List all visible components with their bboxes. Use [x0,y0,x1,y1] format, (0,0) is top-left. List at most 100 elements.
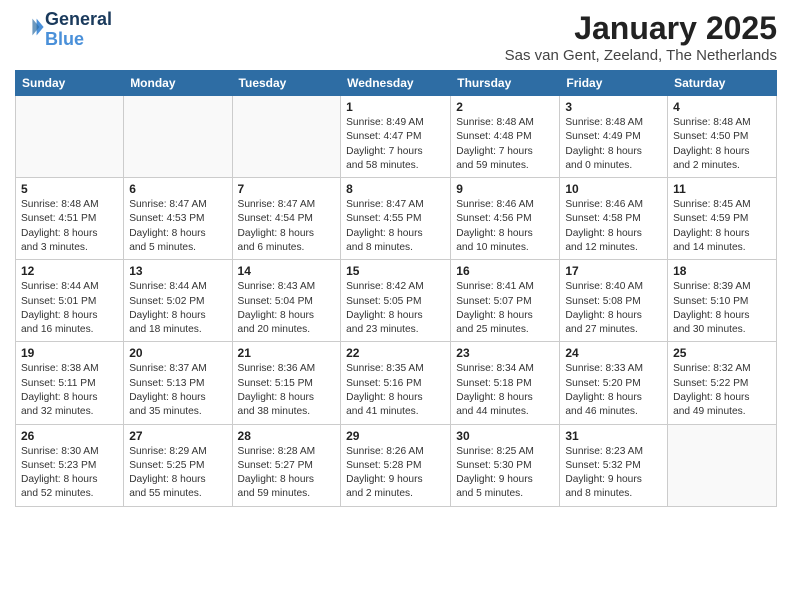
day-number: 9 [456,182,554,196]
day-number: 16 [456,264,554,278]
calendar-cell: 26 Sunrise: 8:30 AM Sunset: 5:23 PM Dayli… [16,424,124,506]
calendar-cell: 20 Sunrise: 8:37 AM Sunset: 5:13 PM Dayli… [124,342,232,424]
calendar-cell [124,96,232,178]
calendar-cell: 15 Sunrise: 8:42 AM Sunset: 5:05 PM Dayli… [341,260,451,342]
day-info: Sunrise: 8:46 AM Sunset: 4:58 PM Dayligh… [565,198,662,255]
day-number: 8 [346,182,445,196]
day-number: 29 [346,429,445,443]
title-area: January 2025 Sas van Gent, Zeeland, The … [505,10,777,64]
calendar-cell: 25 Sunrise: 8:32 AM Sunset: 5:22 PM Dayli… [668,342,777,424]
calendar-cell: 18 Sunrise: 8:39 AM Sunset: 5:10 PM Dayli… [668,260,777,342]
month-year-title: January 2025 [505,10,777,47]
day-number: 10 [565,182,662,196]
calendar-cell: 2 Sunrise: 8:48 AM Sunset: 4:48 PM Daylig… [451,96,560,178]
calendar-cell: 13 Sunrise: 8:44 AM Sunset: 5:02 PM Dayli… [124,260,232,342]
calendar-cell [16,96,124,178]
calendar-cell: 27 Sunrise: 8:29 AM Sunset: 5:25 PM Dayli… [124,424,232,506]
calendar-week-row: 26 Sunrise: 8:30 AM Sunset: 5:23 PM Dayli… [16,424,777,506]
day-info: Sunrise: 8:38 AM Sunset: 5:11 PM Dayligh… [21,362,118,419]
weekday-header-saturday: Saturday [668,71,777,96]
calendar-header-row: SundayMondayTuesdayWednesdayThursdayFrid… [16,71,777,96]
calendar-cell: 8 Sunrise: 8:47 AM Sunset: 4:55 PM Daylig… [341,178,451,260]
day-info: Sunrise: 8:44 AM Sunset: 5:01 PM Dayligh… [21,280,118,337]
day-info: Sunrise: 8:30 AM Sunset: 5:23 PM Dayligh… [21,445,118,502]
day-info: Sunrise: 8:48 AM Sunset: 4:48 PM Dayligh… [456,116,554,173]
day-info: Sunrise: 8:49 AM Sunset: 4:47 PM Dayligh… [346,116,445,173]
day-info: Sunrise: 8:46 AM Sunset: 4:56 PM Dayligh… [456,198,554,255]
calendar-cell: 31 Sunrise: 8:23 AM Sunset: 5:32 PM Dayli… [560,424,668,506]
day-number: 27 [129,429,226,443]
day-info: Sunrise: 8:23 AM Sunset: 5:32 PM Dayligh… [565,445,662,502]
calendar-cell: 9 Sunrise: 8:46 AM Sunset: 4:56 PM Daylig… [451,178,560,260]
calendar-table: SundayMondayTuesdayWednesdayThursdayFrid… [15,70,777,507]
day-info: Sunrise: 8:47 AM Sunset: 4:54 PM Dayligh… [238,198,336,255]
day-number: 1 [346,100,445,114]
calendar-cell: 30Sunrise: 8:25 AM Sunset: 5:30 PM Dayli… [451,424,560,506]
day-info: Sunrise: 8:32 AM Sunset: 5:22 PM Dayligh… [673,362,771,419]
calendar-cell: 24 Sunrise: 8:33 AM Sunset: 5:20 PM Dayli… [560,342,668,424]
day-info: Sunrise: 8:29 AM Sunset: 5:25 PM Dayligh… [129,445,226,502]
calendar-week-row: 1 Sunrise: 8:49 AM Sunset: 4:47 PM Daylig… [16,96,777,178]
day-info: Sunrise: 8:48 AM Sunset: 4:49 PM Dayligh… [565,116,662,173]
day-info: Sunrise: 8:25 AM Sunset: 5:30 PM Dayligh… [456,445,554,502]
day-number: 26 [21,429,118,443]
day-number: 20 [129,346,226,360]
logo-text: GeneralBlue [45,10,112,50]
calendar-cell [668,424,777,506]
day-info: Sunrise: 8:47 AM Sunset: 4:53 PM Dayligh… [129,198,226,255]
day-info: Sunrise: 8:43 AM Sunset: 5:04 PM Dayligh… [238,280,336,337]
weekday-header-thursday: Thursday [451,71,560,96]
day-number: 4 [673,100,771,114]
calendar-cell: 17 Sunrise: 8:40 AM Sunset: 5:08 PM Dayli… [560,260,668,342]
day-number: 11 [673,182,771,196]
day-info: Sunrise: 8:37 AM Sunset: 5:13 PM Dayligh… [129,362,226,419]
day-number: 31 [565,429,662,443]
calendar-cell: 28Sunrise: 8:28 AM Sunset: 5:27 PM Dayli… [232,424,341,506]
day-number: 6 [129,182,226,196]
weekday-header-friday: Friday [560,71,668,96]
day-info: Sunrise: 8:35 AM Sunset: 5:16 PM Dayligh… [346,362,445,419]
day-number: 25 [673,346,771,360]
day-number: 7 [238,182,336,196]
location-subtitle: Sas van Gent, Zeeland, The Netherlands [505,47,777,64]
weekday-header-tuesday: Tuesday [232,71,341,96]
day-info: Sunrise: 8:39 AM Sunset: 5:10 PM Dayligh… [673,280,771,337]
calendar-week-row: 5Sunrise: 8:48 AM Sunset: 4:51 PM Daylig… [16,178,777,260]
calendar-cell: 5Sunrise: 8:48 AM Sunset: 4:51 PM Daylig… [16,178,124,260]
day-info: Sunrise: 8:47 AM Sunset: 4:55 PM Dayligh… [346,198,445,255]
logo: GeneralBlue [15,10,112,50]
calendar-cell: 6 Sunrise: 8:47 AM Sunset: 4:53 PM Daylig… [124,178,232,260]
calendar-cell: 16Sunrise: 8:41 AM Sunset: 5:07 PM Dayli… [451,260,560,342]
calendar-cell: 14 Sunrise: 8:43 AM Sunset: 5:04 PM Dayli… [232,260,341,342]
calendar-cell [232,96,341,178]
day-info: Sunrise: 8:28 AM Sunset: 5:27 PM Dayligh… [238,445,336,502]
logo-icon [17,13,45,41]
day-number: 13 [129,264,226,278]
calendar-cell: 19Sunrise: 8:38 AM Sunset: 5:11 PM Dayli… [16,342,124,424]
day-number: 12 [21,264,118,278]
day-info: Sunrise: 8:45 AM Sunset: 4:59 PM Dayligh… [673,198,771,255]
page-header: GeneralBlue January 2025 Sas van Gent, Z… [15,10,777,64]
day-info: Sunrise: 8:42 AM Sunset: 5:05 PM Dayligh… [346,280,445,337]
day-info: Sunrise: 8:26 AM Sunset: 5:28 PM Dayligh… [346,445,445,502]
day-number: 24 [565,346,662,360]
calendar-cell: 11 Sunrise: 8:45 AM Sunset: 4:59 PM Dayli… [668,178,777,260]
calendar-week-row: 12 Sunrise: 8:44 AM Sunset: 5:01 PM Dayli… [16,260,777,342]
day-info: Sunrise: 8:44 AM Sunset: 5:02 PM Dayligh… [129,280,226,337]
day-info: Sunrise: 8:34 AM Sunset: 5:18 PM Dayligh… [456,362,554,419]
day-number: 14 [238,264,336,278]
day-number: 18 [673,264,771,278]
calendar-cell: 23 Sunrise: 8:34 AM Sunset: 5:18 PM Dayli… [451,342,560,424]
calendar-cell: 10 Sunrise: 8:46 AM Sunset: 4:58 PM Dayli… [560,178,668,260]
day-number: 3 [565,100,662,114]
day-number: 23 [456,346,554,360]
calendar-cell: 7 Sunrise: 8:47 AM Sunset: 4:54 PM Daylig… [232,178,341,260]
weekday-header-monday: Monday [124,71,232,96]
day-number: 17 [565,264,662,278]
day-number: 21 [238,346,336,360]
day-info: Sunrise: 8:40 AM Sunset: 5:08 PM Dayligh… [565,280,662,337]
day-info: Sunrise: 8:33 AM Sunset: 5:20 PM Dayligh… [565,362,662,419]
calendar-cell: 29 Sunrise: 8:26 AM Sunset: 5:28 PM Dayli… [341,424,451,506]
day-number: 15 [346,264,445,278]
day-number: 2 [456,100,554,114]
